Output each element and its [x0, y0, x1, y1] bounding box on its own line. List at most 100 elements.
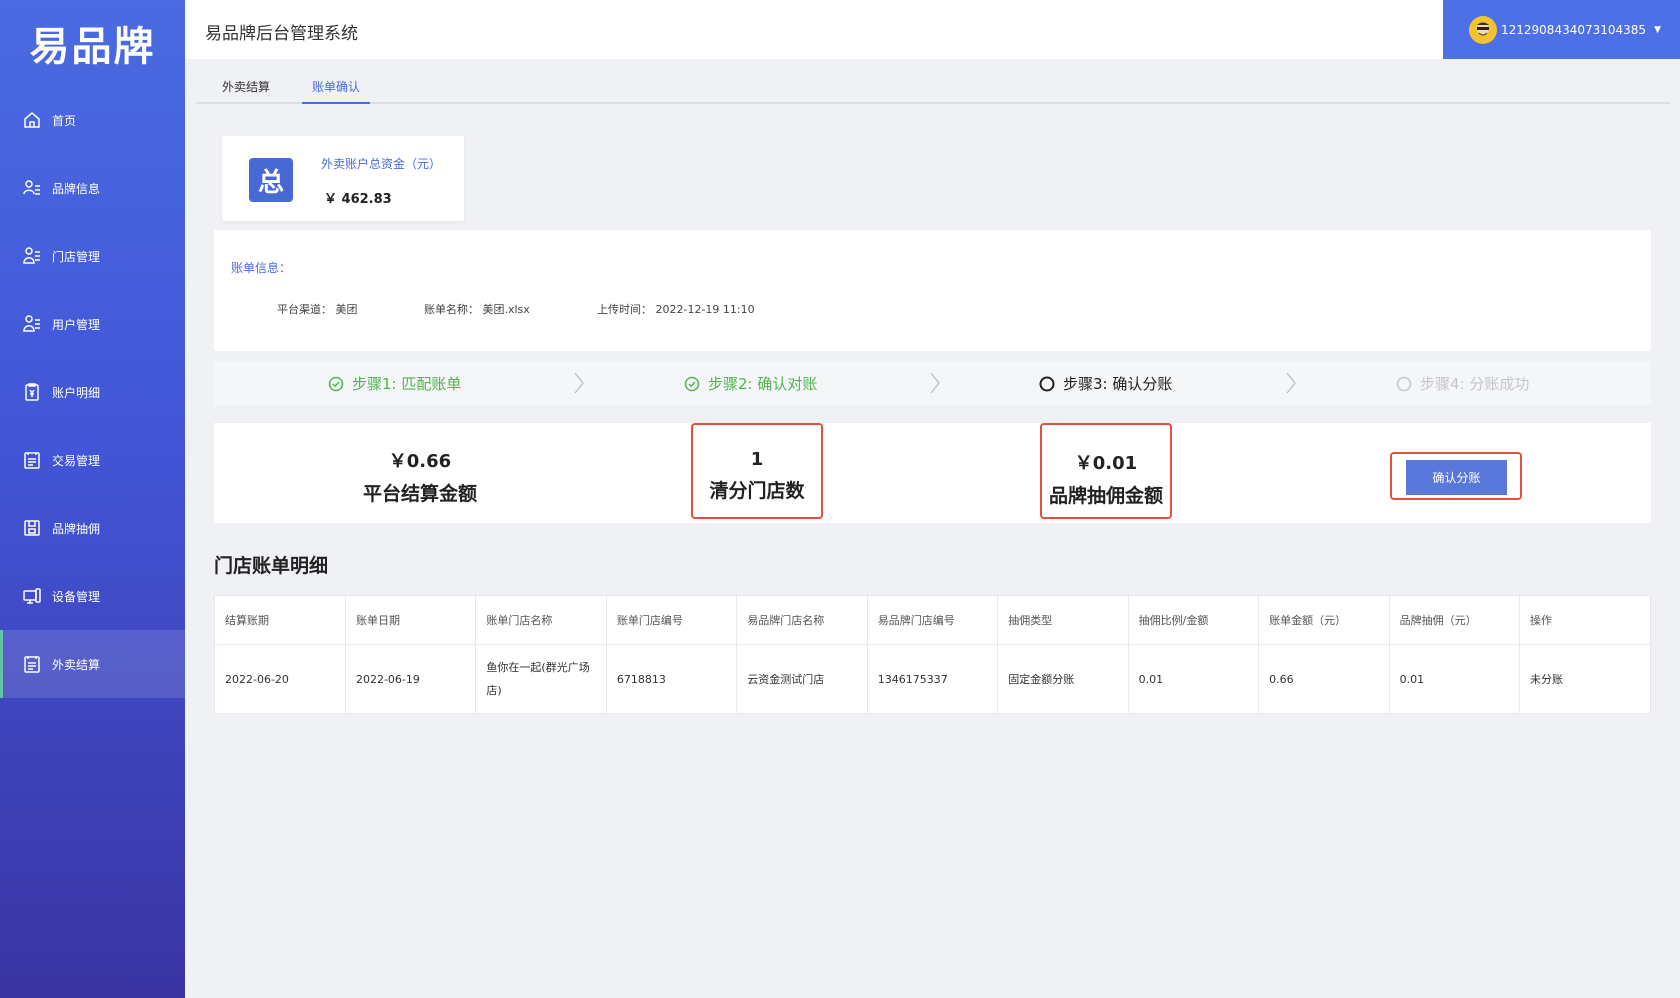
- stats-panel: ￥0.66 平台结算金额 1 清分门店数 ￥0.01 品牌抽佣金额 确认分账: [214, 423, 1651, 523]
- sidebar-item-brand-info[interactable]: 品牌信息: [0, 154, 185, 222]
- table-row: 2022-06-20 2022-06-19 鱼你在一起(群光广场店) 67188…: [215, 644, 1650, 714]
- tab-bar: 外卖结算 账单确认: [196, 72, 1670, 104]
- logo: 易品牌: [29, 24, 156, 70]
- step-label: 步骤2: 确认对账: [708, 375, 818, 393]
- sidebar-item-device[interactable]: 设备管理: [0, 562, 185, 630]
- check-circle-icon: [328, 376, 344, 392]
- sidebar-item-commission[interactable]: 品牌抽佣: [0, 494, 185, 562]
- store-icon: [22, 246, 42, 266]
- upload-time-label: 上传时间：: [597, 303, 652, 316]
- sidebar-item-label: 设备管理: [52, 589, 101, 604]
- avatar: [1469, 15, 1497, 44]
- table-cell: 云资金测试门店: [736, 644, 868, 714]
- sidebar-item-store[interactable]: 门店管理: [0, 222, 185, 290]
- table-header-row: 结算账期 账单日期 账单门店名称 账单门店编号 易品牌门店名称 易品牌门店编号 …: [215, 596, 1650, 645]
- chevron-right-icon: [930, 372, 940, 394]
- app-title: 易品牌后台管理系统: [205, 24, 358, 44]
- table-cell: 2022-06-19: [345, 644, 477, 714]
- check-circle-icon: [684, 376, 700, 392]
- step-3: 步骤3: 确认分账: [1039, 373, 1172, 394]
- channel-label: 平台渠道：: [277, 303, 332, 316]
- sidebar-item-account[interactable]: 账户明细: [0, 358, 185, 426]
- sidebar-item-transaction[interactable]: 交易管理: [0, 426, 185, 494]
- bill-name-field: 账单名称： 美团.xlsx: [424, 301, 530, 317]
- column-header: 易品牌门店名称: [736, 596, 868, 645]
- store-count-label: 清分门店数: [709, 480, 805, 502]
- step-label: 步骤3: 确认分账: [1063, 375, 1173, 393]
- table-cell: 固定金额分账: [997, 644, 1129, 714]
- device-icon: [22, 586, 42, 606]
- sidebar-item-label: 首页: [52, 113, 77, 128]
- column-header: 操作: [1519, 596, 1650, 645]
- username: 1212908434073104385: [1501, 22, 1647, 37]
- sidebar-item-user[interactable]: 用户管理: [0, 290, 185, 358]
- commission-stat: ￥0.01 品牌抽佣金额: [1040, 423, 1172, 519]
- table-cell-status: 未分账: [1530, 672, 1564, 686]
- total-icon: 总: [249, 158, 293, 202]
- table-cell: 6718813: [606, 644, 738, 714]
- step-label: 步骤1: 匹配账单: [352, 375, 462, 393]
- home-icon: [22, 110, 42, 130]
- steps-bar: 步骤1: 匹配账单 步骤2: 确认对账 步骤3: 确认分账 步骤4: 分账成功: [214, 361, 1651, 405]
- confirm-button-highlight: 确认分账: [1390, 452, 1522, 500]
- table-cell: 2022-06-20: [215, 644, 346, 714]
- table-cell: 0.66: [1258, 644, 1390, 714]
- step-1: 步骤1: 匹配账单: [328, 373, 461, 394]
- column-header: 抽佣比例/金额: [1128, 596, 1260, 645]
- circle-icon: [1396, 376, 1412, 392]
- caret-down-icon: ▼: [1654, 24, 1661, 35]
- brand-info-icon: [22, 178, 42, 198]
- sidebar-item-home[interactable]: 首页: [0, 86, 185, 154]
- total-funds-label: 外卖账户总资金（元）: [321, 157, 442, 171]
- bill-info-title: 账单信息：: [231, 261, 292, 275]
- commission-label: 品牌抽佣金额: [1048, 485, 1163, 507]
- user-menu[interactable]: 1212908434073104385 ▼: [1443, 0, 1680, 59]
- sidebar-item-label: 交易管理: [52, 453, 101, 468]
- column-header: 抽佣类型: [997, 596, 1129, 645]
- transaction-icon: [22, 450, 42, 470]
- sidebar-item-label: 账户明细: [52, 385, 101, 400]
- bill-info-panel: 账单信息： 平台渠道： 美团 账单名称： 美团.xlsx 上传时间： 2022-…: [214, 230, 1651, 351]
- column-header: 账单金额（元）: [1258, 596, 1390, 645]
- sidebar-item-label: 外卖结算: [52, 657, 101, 672]
- platform-amount-stat: ￥0.66 平台结算金额: [340, 423, 500, 519]
- sidebar-item-label: 品牌抽佣: [52, 521, 101, 536]
- column-header: 账单门店名称: [475, 596, 607, 645]
- sidebar-item-label: 品牌信息: [52, 181, 101, 196]
- top-header: 易品牌后台管理系统 1212908434073104385 ▼: [185, 0, 1680, 59]
- platform-amount-value: ￥0.66: [388, 451, 452, 472]
- column-header: 结算账期: [215, 596, 346, 645]
- bill-name-value: 美团.xlsx: [482, 303, 530, 316]
- table-cell: 0.01: [1389, 644, 1521, 714]
- column-header: 易品牌门店编号: [867, 596, 999, 645]
- total-funds-card: 总 外卖账户总资金（元） ￥ 462.83: [222, 136, 464, 221]
- step-label: 步骤4: 分账成功: [1420, 375, 1530, 393]
- column-header: 账单门店编号: [606, 596, 738, 645]
- table-cell: 1346175337: [867, 644, 999, 714]
- sidebar: 易品牌 首页 品牌信息 门店管理 用户管理 账户明细 交易管理 品牌抽佣 设备管…: [0, 0, 185, 998]
- upload-time-value: 2022-12-19 11:10: [655, 303, 755, 316]
- confirm-split-button[interactable]: 确认分账: [1406, 460, 1507, 495]
- sidebar-item-settlement[interactable]: 外卖结算: [0, 630, 185, 698]
- commission-icon: [22, 518, 42, 538]
- tab-bill-confirm[interactable]: 账单确认: [302, 78, 371, 104]
- circle-icon: [1039, 376, 1055, 392]
- step-2: 步骤2: 确认对账: [684, 373, 817, 394]
- channel-value: 美团: [335, 303, 358, 316]
- tab-takeout-settlement[interactable]: 外卖结算: [212, 78, 280, 104]
- account-icon: [22, 382, 42, 402]
- column-header: 账单日期: [345, 596, 477, 645]
- platform-amount-label: 平台结算金额: [362, 483, 477, 505]
- sidebar-item-label: 门店管理: [52, 249, 101, 264]
- column-header: 品牌抽佣（元）: [1389, 596, 1521, 645]
- table-cell: 0.01: [1128, 644, 1260, 714]
- upload-time-field: 上传时间： 2022-12-19 11:10: [597, 301, 755, 317]
- step-4: 步骤4: 分账成功: [1396, 373, 1529, 394]
- settlement-icon: [22, 654, 42, 674]
- chevron-right-icon: [1286, 372, 1296, 394]
- sidebar-item-label: 用户管理: [52, 317, 101, 332]
- bill-name-label: 账单名称：: [424, 303, 479, 316]
- table-cell: 鱼你在一起(群光广场店): [475, 644, 607, 714]
- details-table: 结算账期 账单日期 账单门店名称 账单门店编号 易品牌门店名称 易品牌门店编号 …: [214, 595, 1651, 714]
- store-count-stat: 1 清分门店数: [691, 423, 823, 519]
